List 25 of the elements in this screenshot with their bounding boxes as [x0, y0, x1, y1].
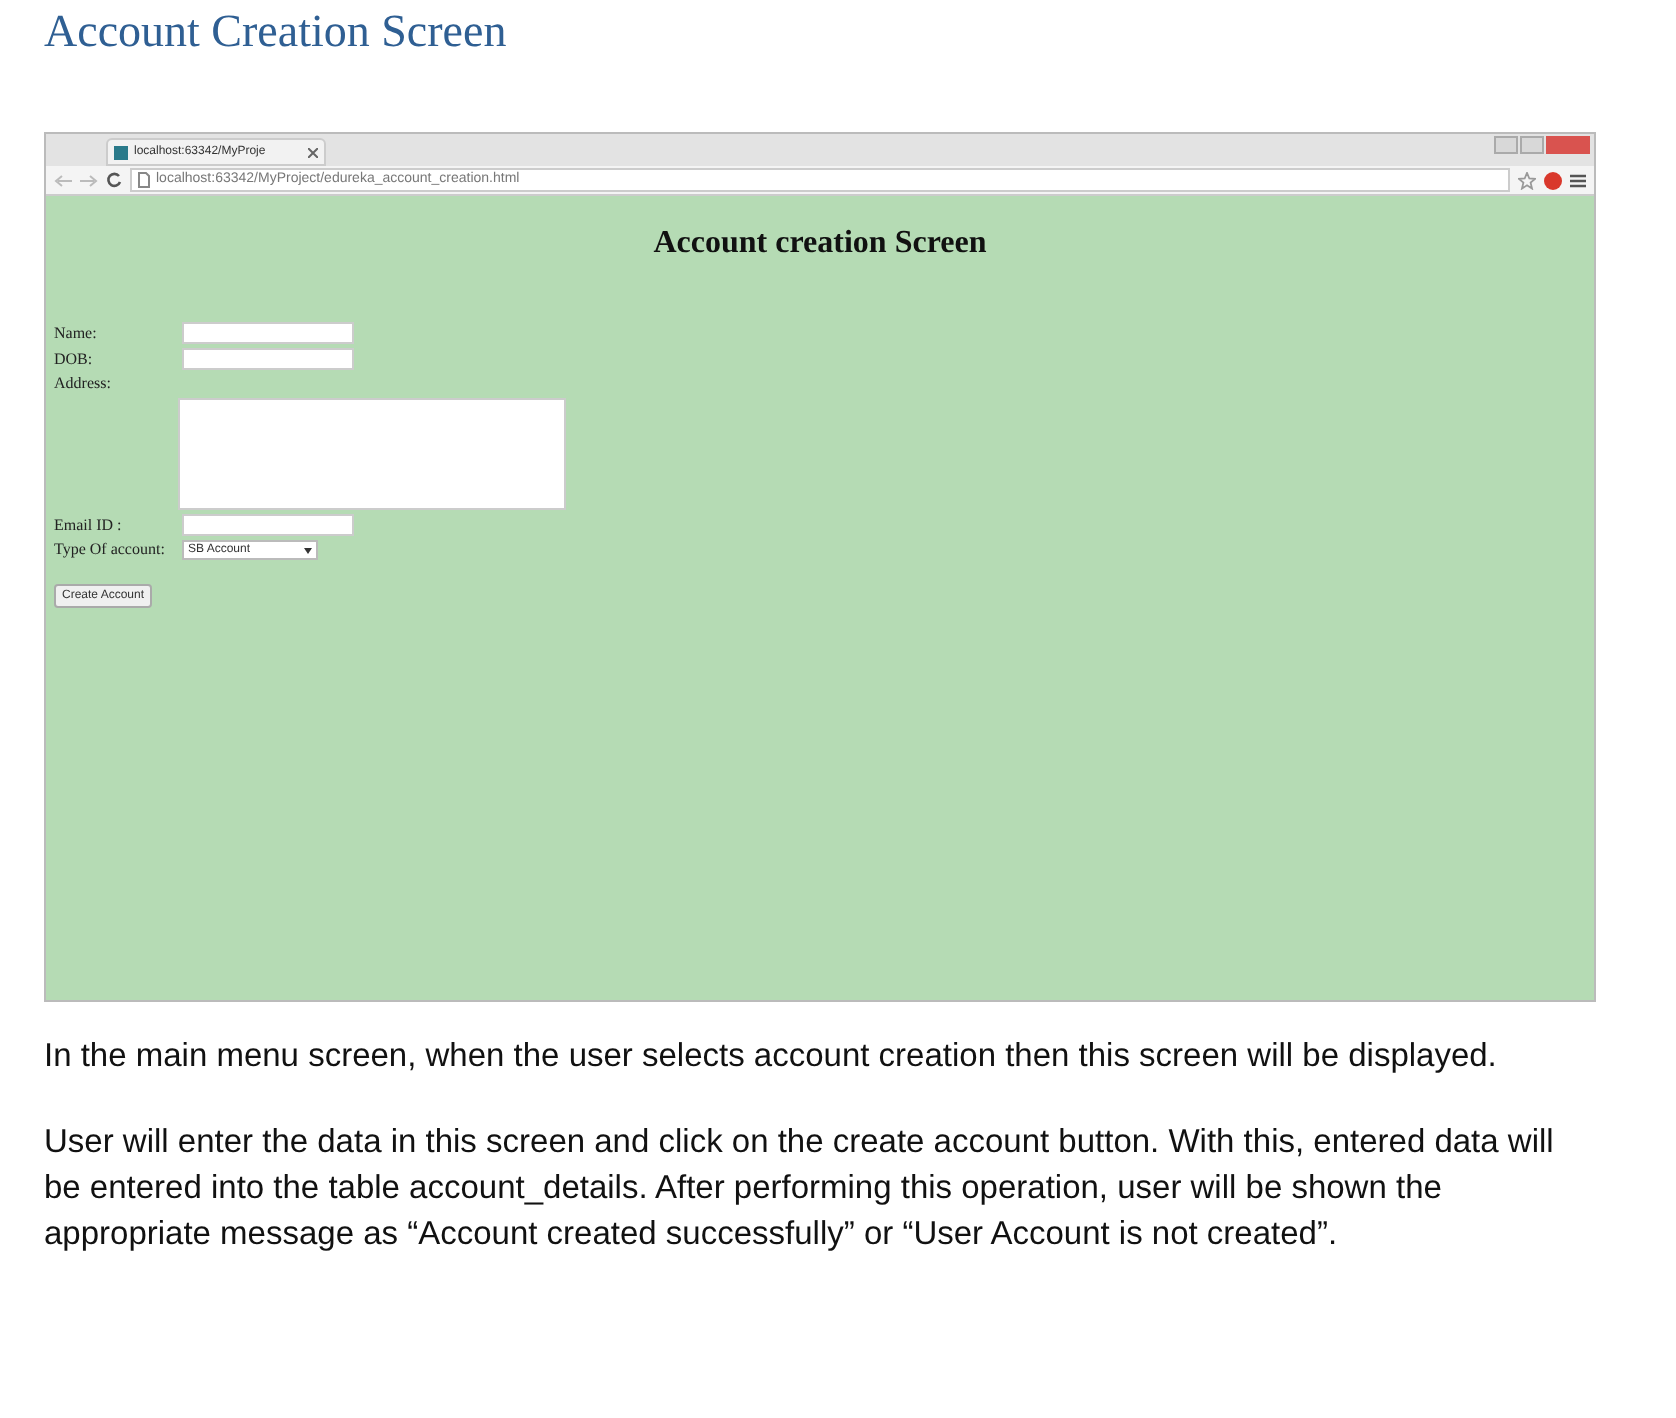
- menu-icon[interactable]: [1570, 173, 1586, 187]
- star-icon[interactable]: [1518, 171, 1536, 189]
- page-icon: [138, 172, 150, 188]
- address-textarea[interactable]: [178, 398, 566, 510]
- field-label: Email ID :: [54, 513, 124, 537]
- favicon-icon: [114, 145, 128, 159]
- text-input[interactable]: [182, 348, 354, 370]
- field-label: Address:: [54, 372, 113, 392]
- document-title: Account Creation Screen: [44, 4, 507, 60]
- field-label: Name:: [54, 321, 99, 345]
- field-label: Type Of account:: [54, 538, 167, 562]
- field-label: DOB:: [54, 347, 95, 371]
- minimize-icon[interactable]: [1494, 136, 1518, 154]
- close-icon[interactable]: [308, 147, 318, 157]
- text-input[interactable]: [182, 514, 354, 536]
- back-icon[interactable]: [54, 173, 72, 187]
- maximize-icon[interactable]: [1520, 136, 1544, 154]
- paragraph: User will enter the data in this screen and click on the create account button. With this, entered data will be entered into the table account_details. After performing this operation, user will be shown the appropriate message as “Account created successfully” or “User Account is not created”.: [44, 1122, 1556, 1256]
- caret-icon: [304, 547, 312, 553]
- forward-icon[interactable]: [80, 173, 98, 187]
- page-heading: Account creation Screen: [653, 224, 987, 264]
- reload-icon[interactable]: [106, 172, 122, 188]
- text-input[interactable]: [182, 322, 354, 344]
- paragraph: In the main menu screen, when the user selects account creation then this screen will be displayed.: [44, 1036, 1499, 1078]
- extension-icon[interactable]: [1544, 171, 1562, 189]
